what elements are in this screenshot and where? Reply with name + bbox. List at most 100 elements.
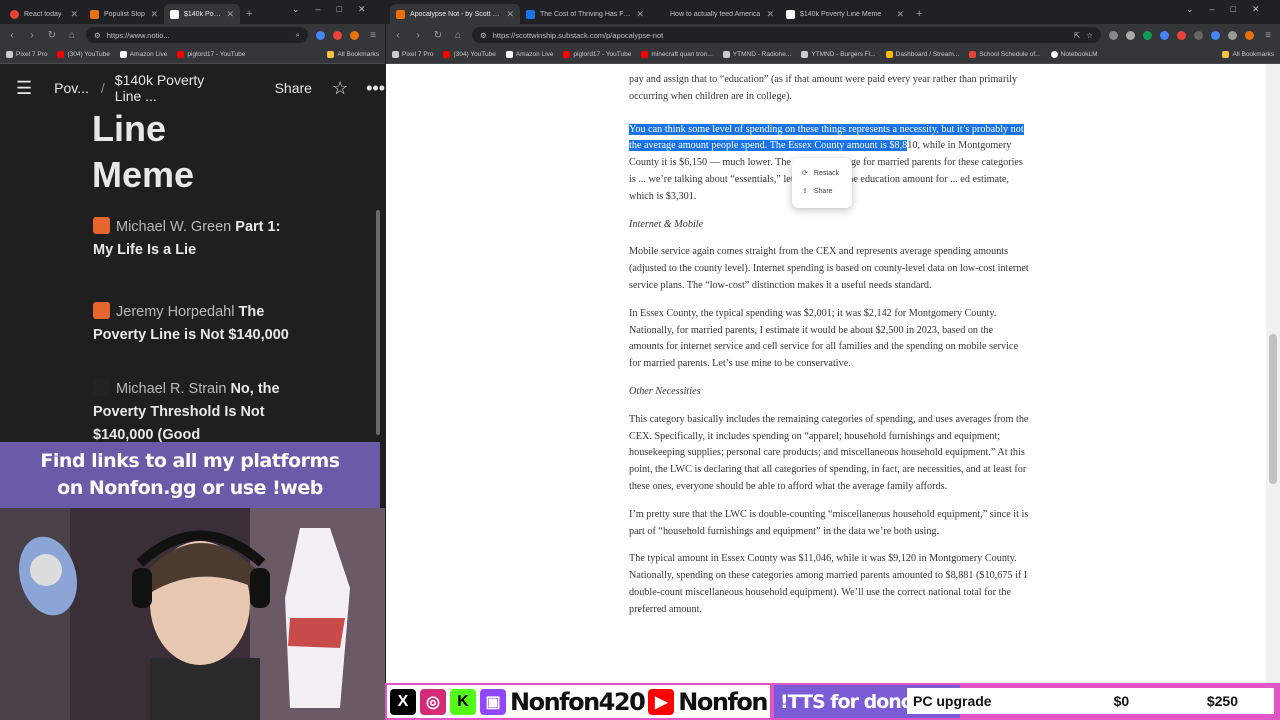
- extension-icon[interactable]: [1109, 30, 1118, 40]
- tab-search-icon[interactable]: ⌄: [292, 4, 300, 15]
- tab-cost-of-thriving[interactable]: The Cost of Thriving Has Fallen ✕: [520, 4, 650, 24]
- right-browser-window: Apocalypse Not - by Scott Win ✕ The Cost…: [386, 0, 1280, 720]
- page-scrollbar[interactable]: [1266, 64, 1280, 684]
- breadcrumb-current[interactable]: $140k Poverty Line ...: [115, 72, 235, 104]
- mention-author: Jeremy Horpedahl: [116, 304, 235, 320]
- bookmark-label: NotebookLM: [1060, 51, 1098, 58]
- tab-react-today[interactable]: React today ✕: [4, 4, 84, 24]
- extension-icon[interactable]: [333, 30, 342, 40]
- scrollbar[interactable]: [376, 210, 380, 435]
- tab-populist-slop[interactable]: Populist Slop ✕: [84, 4, 164, 24]
- close-window-icon[interactable]: ✕: [358, 4, 366, 15]
- site-info-icon[interactable]: ⚙: [480, 31, 487, 40]
- reload-icon[interactable]: ↻: [432, 30, 444, 41]
- address-bar[interactable]: ⚙ https://scottwinship.substack.com/p/ap…: [472, 27, 1101, 43]
- favorite-star-icon[interactable]: ☆: [332, 78, 348, 99]
- link-mention[interactable]: Jeremy Horpedahl The Poverty Line is Not…: [93, 301, 293, 347]
- youtube-icon: [641, 51, 649, 58]
- close-icon[interactable]: ✕: [226, 9, 234, 20]
- share-selection-button[interactable]: ⇪ Share: [792, 182, 852, 200]
- menu-icon[interactable]: ≡: [1262, 30, 1274, 41]
- close-icon[interactable]: ✕: [766, 9, 774, 20]
- close-icon[interactable]: ✕: [70, 9, 78, 20]
- youtube-icon: ▶: [648, 688, 675, 715]
- left-tab-strip: React today ✕ Populist Slop ✕ $140k Pove…: [0, 0, 385, 24]
- bookmark-label: Pixel 7 Pro: [16, 51, 48, 58]
- new-tab-icon[interactable]: +: [246, 8, 252, 20]
- address-bar[interactable]: ⚙ https://www.notio... ⌕: [86, 27, 308, 43]
- bookmark-item[interactable]: (304) YouTube: [57, 51, 110, 58]
- breadcrumb-parent[interactable]: Pov...: [54, 80, 89, 96]
- link-mention[interactable]: Michael R. Strain No, the Poverty Thresh…: [93, 378, 293, 442]
- minimize-icon[interactable]: –: [316, 4, 321, 15]
- bookmark-item[interactable]: Amazon Live: [119, 51, 167, 58]
- bookmark-favicon-icon: [392, 51, 399, 58]
- profile-avatar-icon[interactable]: [350, 30, 359, 40]
- close-icon[interactable]: ✕: [150, 9, 158, 20]
- tab-apocalypse-not[interactable]: Apocalypse Not - by Scott Win ✕: [390, 4, 520, 24]
- new-tab-icon[interactable]: +: [916, 8, 922, 20]
- extension-icon[interactable]: [1126, 30, 1135, 40]
- bookmark-label: (304) YouTube: [453, 51, 496, 58]
- maximize-icon[interactable]: □: [337, 4, 342, 15]
- bookmark-item[interactable]: piglord17 - YouTube: [177, 51, 245, 58]
- goal-current: $0: [1113, 693, 1130, 709]
- reload-icon[interactable]: ↻: [46, 30, 58, 41]
- zoom-icon[interactable]: ⌕: [296, 30, 300, 40]
- tab-search-icon[interactable]: ⌄: [1186, 4, 1194, 15]
- extension-icon[interactable]: [1211, 30, 1220, 40]
- stream-overlay-banner: Find links to all my platforms on Nonfon…: [0, 442, 380, 508]
- close-icon[interactable]: ✕: [506, 9, 514, 20]
- more-options-icon[interactable]: •••: [366, 78, 385, 99]
- extension-icon[interactable]: [1194, 30, 1203, 40]
- home-icon[interactable]: ⌂: [66, 30, 78, 41]
- right-tab-strip: Apocalypse Not - by Scott Win ✕ The Cost…: [386, 0, 1280, 24]
- bookmark-item[interactable]: Pixel 7 Pro: [392, 51, 433, 58]
- bookmark-item[interactable]: NotebookLM: [1050, 51, 1098, 58]
- hamburger-menu-icon[interactable]: ☰: [16, 78, 32, 99]
- share-page-icon[interactable]: ⇱: [1074, 31, 1080, 40]
- bookmark-star-icon[interactable]: ☆: [1086, 31, 1093, 40]
- tab-140k-poverty-meme[interactable]: $140k Poverty Line Meme ✕: [780, 4, 910, 24]
- share-button[interactable]: Share: [275, 80, 312, 96]
- menu-icon[interactable]: ≡: [367, 30, 379, 41]
- substack-icon: [93, 217, 110, 234]
- home-icon[interactable]: ⌂: [452, 30, 464, 41]
- scrollbar-thumb[interactable]: [1269, 334, 1277, 484]
- extension-icon[interactable]: [316, 30, 325, 40]
- extension-icon[interactable]: [1160, 30, 1169, 40]
- bookmark-item[interactable]: School Schedule of...: [969, 51, 1041, 58]
- youtube-icon: [57, 51, 65, 58]
- bookmark-item[interactable]: Dashboard / Stream...: [885, 51, 959, 58]
- close-window-icon[interactable]: ✕: [1252, 4, 1260, 15]
- all-bookmarks[interactable]: All Bookmarks: [1222, 51, 1274, 58]
- forward-icon[interactable]: ›: [412, 30, 424, 41]
- maximize-icon[interactable]: □: [1231, 4, 1236, 15]
- minimize-icon[interactable]: –: [1210, 4, 1215, 15]
- back-icon[interactable]: ‹: [392, 30, 404, 41]
- bookmark-item[interactable]: (304) YouTube: [443, 51, 496, 58]
- site-info-icon[interactable]: ⚙: [94, 31, 101, 40]
- bookmark-item[interactable]: Pixel 7 Pro: [6, 51, 47, 58]
- bookmark-item[interactable]: Amazon Live: [505, 51, 553, 58]
- back-icon[interactable]: ‹: [6, 30, 18, 41]
- tab-feed-america[interactable]: How to actually feed America ✕: [650, 4, 780, 24]
- restack-button[interactable]: ⟳ Restack: [792, 164, 852, 182]
- extension-icon[interactable]: [1228, 30, 1237, 40]
- extension-icon[interactable]: [1177, 30, 1186, 40]
- bookmark-item[interactable]: YTMND - Radiohe...: [722, 51, 791, 58]
- forward-icon[interactable]: ›: [26, 30, 38, 41]
- all-bookmarks[interactable]: All Bookmarks: [327, 51, 379, 58]
- close-icon[interactable]: ✕: [896, 9, 904, 20]
- profile-avatar-icon[interactable]: [1245, 30, 1254, 40]
- tab-title: Apocalypse Not - by Scott Win: [410, 10, 502, 18]
- bookmark-item[interactable]: piglord17 - YouTube: [563, 51, 631, 58]
- bookmark-item[interactable]: minecraft quan tron...: [641, 51, 713, 58]
- bookmark-item[interactable]: YTMND - Burgers Fl...: [801, 51, 876, 58]
- link-mention[interactable]: Michael W. Green Part 1: My Life Is a Li…: [93, 216, 293, 262]
- close-icon[interactable]: ✕: [636, 9, 644, 20]
- extension-icon[interactable]: [1143, 30, 1152, 40]
- tab-140k-poverty[interactable]: $140k Povert ✕: [164, 4, 240, 24]
- bookmark-label: piglord17 - YouTube: [573, 51, 632, 58]
- bookmark-label: YTMND - Burgers Fl...: [811, 51, 876, 58]
